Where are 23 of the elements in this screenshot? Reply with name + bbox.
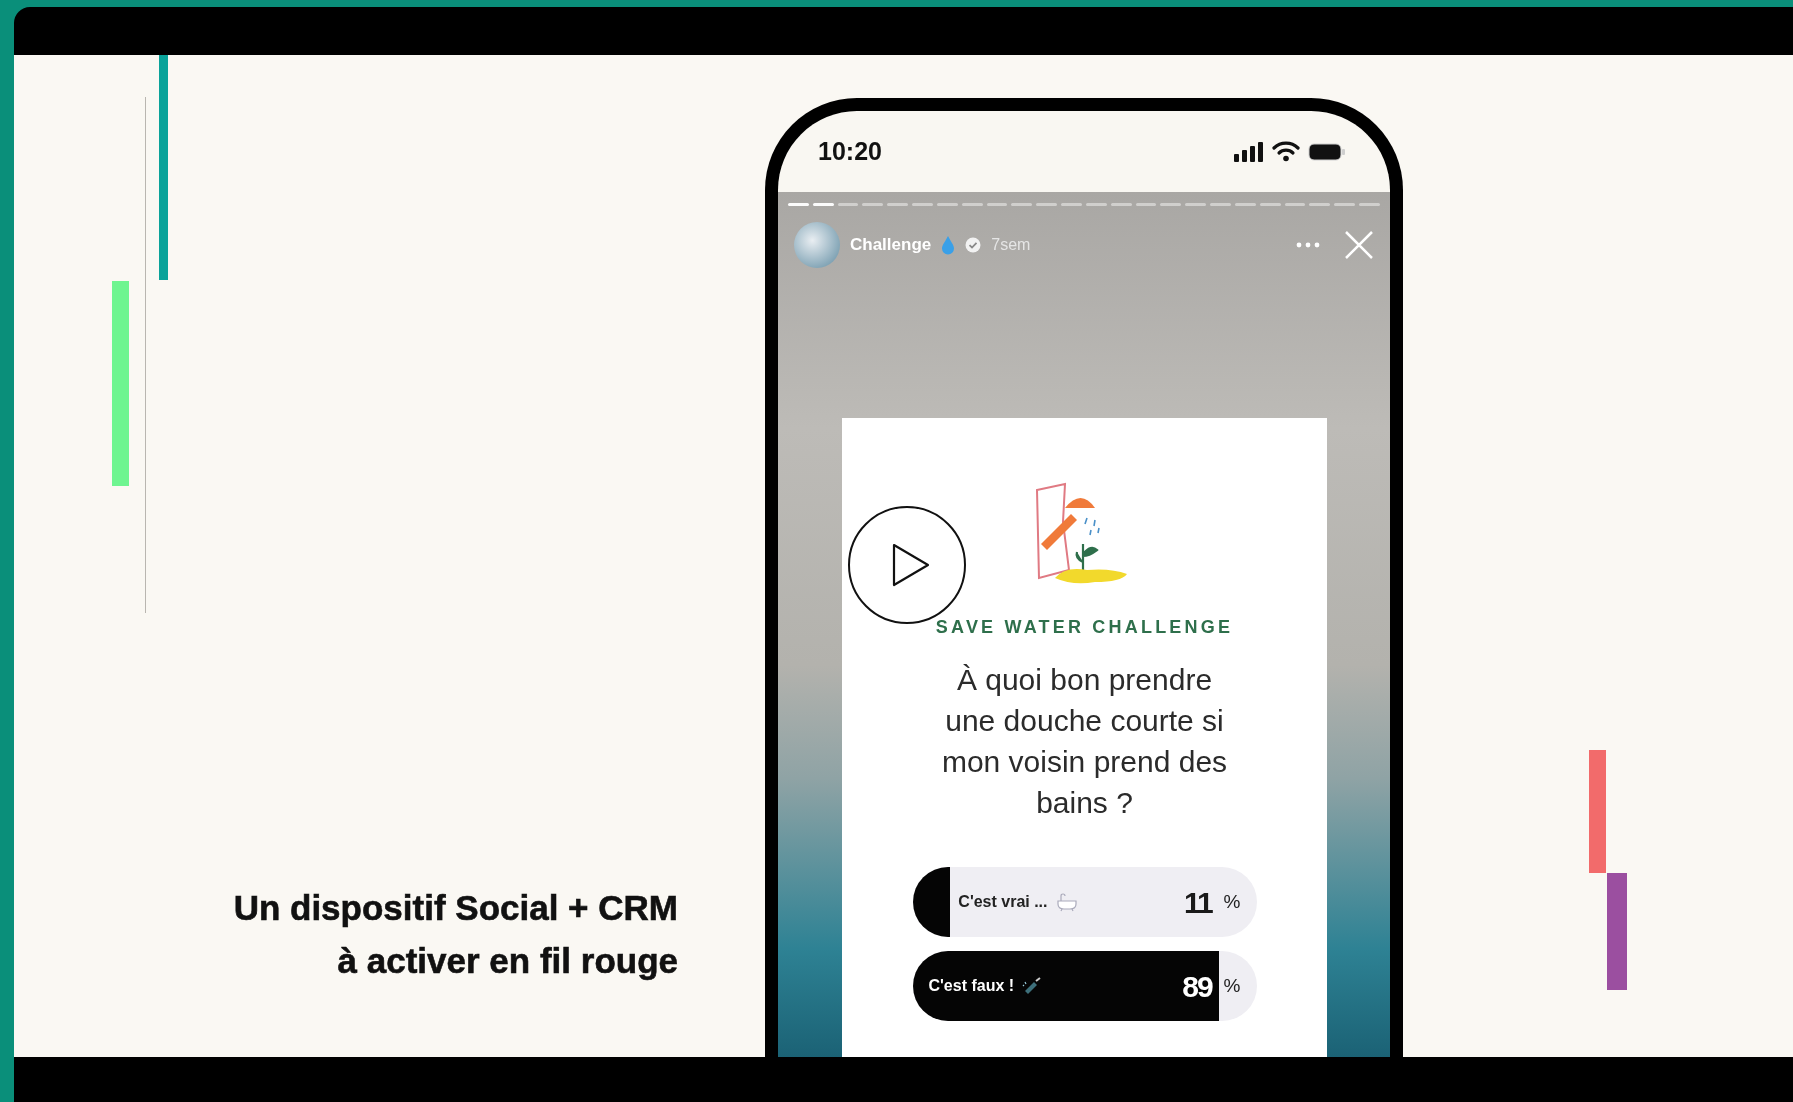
close-icon[interactable]: [1344, 230, 1374, 260]
bathtub-icon: [1055, 892, 1078, 912]
poll-option[interactable]: C'est vrai ... 11 %: [912, 867, 1257, 937]
poll-percentage: 89: [1182, 968, 1212, 1005]
post-age: 7sem: [991, 235, 1031, 255]
avatar-circle[interactable]: [794, 222, 840, 268]
water-drop-icon: [941, 235, 956, 255]
wifi-icon: [1272, 141, 1300, 162]
headline: Un dispositif Social + CRM à activer en fil rouge: [233, 887, 678, 982]
signal-icon: [1234, 141, 1264, 162]
poll-percentage: 11: [1183, 884, 1212, 921]
poll-option-label: C'est vrai ...: [958, 892, 1048, 912]
percent-sign: %: [1223, 889, 1241, 914]
percent-sign: %: [1223, 973, 1241, 998]
poll-option[interactable]: C'est faux ! 89 %: [912, 951, 1257, 1021]
more-options-icon[interactable]: [1296, 242, 1320, 248]
battery-icon: [1308, 142, 1346, 161]
challenge-title: SAVE WATER CHALLENGE: [935, 616, 1234, 639]
poll-question: À quoi bon prendre une douche courte si mon voisin prend des bains ?: [940, 662, 1229, 821]
poll-option-label: C'est faux !: [928, 976, 1015, 996]
shower-head-icon: [1022, 976, 1043, 996]
play-icon: [891, 542, 931, 588]
status-time: 10:20: [818, 135, 882, 167]
